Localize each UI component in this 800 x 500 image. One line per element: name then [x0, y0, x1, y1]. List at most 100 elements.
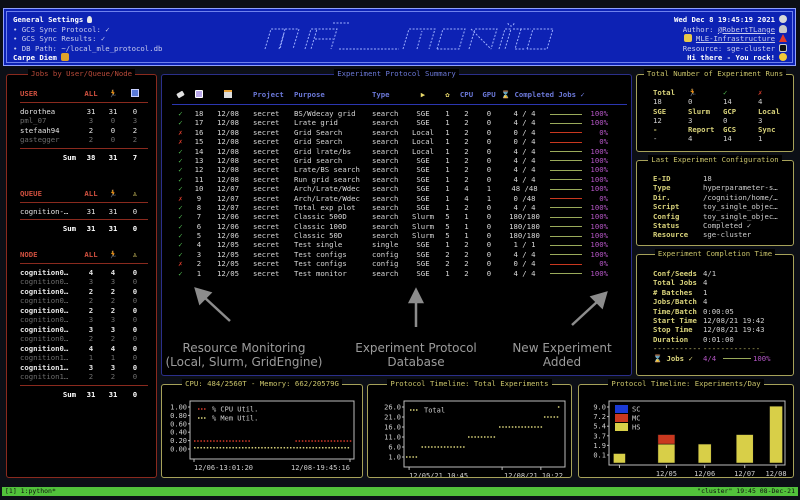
- data-point: [338, 446, 340, 449]
- data-point: [229, 440, 231, 442]
- project-col-header: Project: [253, 90, 284, 99]
- row-count: 3: [110, 324, 116, 334]
- experiment-row[interactable]: ✓ 10 12/07 secret Arch/Lrate/Wdec search SGE 1 4…: [172, 184, 627, 193]
- totals-value-row: 18 0 14 4: [653, 97, 793, 106]
- y-tick-label: 0.20: [170, 437, 187, 445]
- table-row: cognition0… 3 3 0: [20, 325, 148, 335]
- data-point: [468, 436, 470, 438]
- cell-cpu: 2: [464, 127, 469, 137]
- y-tick-label: 21.0: [384, 414, 401, 422]
- alarm-clock-icon: [779, 15, 787, 23]
- check-icon: ✓: [178, 109, 183, 118]
- row-count: 3: [88, 362, 94, 372]
- experiment-row[interactable]: ✗ 2 12/05 secret Test configs config SGE 2 2 0 0 /…: [172, 259, 627, 268]
- data-point: [238, 440, 241, 442]
- cell-type: search: [372, 184, 399, 194]
- kv-row: Start Time 12/08/21 19:42: [653, 316, 788, 325]
- data-point: [340, 440, 342, 442]
- data-point: [334, 446, 337, 449]
- author-link[interactable]: @RobertTLange: [718, 25, 775, 34]
- y-tick-label: 26.0: [384, 404, 401, 412]
- queue-sum-row: Sum 31 31 0: [62, 224, 138, 233]
- experiment-row[interactable]: ✓ 4 12/05 secret Test single single SGE 1 2 0 1 / …: [172, 240, 627, 249]
- bar-mc: [657, 434, 676, 445]
- data-point: [242, 446, 244, 449]
- user-col-header: USER: [20, 89, 38, 98]
- data-point: [437, 446, 439, 448]
- cell-purpose: Grid lrate/bs: [294, 146, 352, 156]
- experiment-row[interactable]: ✗ 15 12/08 secret Grid Search search Local 1 2 0 0…: [172, 137, 627, 146]
- data-point: [531, 426, 533, 428]
- tmux-window-tab[interactable]: [1] 1:python*: [5, 487, 56, 496]
- cell-jobs: 0 / 4: [513, 259, 536, 269]
- cell-type: search: [372, 109, 399, 118]
- cell-date: 12/06: [217, 221, 239, 231]
- totals-value: 4: [758, 97, 763, 107]
- cell-project: secret: [253, 155, 280, 165]
- experiment-row[interactable]: ✓ 14 12/08 secret Grid lrate/bs search Local 1 2…: [172, 147, 627, 156]
- cell-date: 12/07: [217, 202, 239, 212]
- cell-cpu: 2: [464, 240, 469, 250]
- experiment-row[interactable]: ✓ 5 12/06 secret Classic 50D search Slurm 5 1 0 18…: [172, 231, 627, 240]
- repo-link[interactable]: MLE-Infrastructure: [696, 34, 775, 43]
- cross-icon: ✗: [758, 88, 763, 97]
- completed-jobs-col-header: ⌛ Completed Jobs ✓: [501, 90, 585, 99]
- row-count: 0: [132, 106, 138, 116]
- row-count: 2: [88, 305, 94, 315]
- row-count: 3: [88, 116, 94, 125]
- cell-seeds: 1: [445, 146, 450, 156]
- data-point: [283, 446, 286, 449]
- totals-value-row: 12 3 0 3: [653, 116, 793, 125]
- data-point: [527, 426, 530, 428]
- y-tick-label: 11.0: [384, 434, 401, 442]
- experiment-row[interactable]: ✓ 12 12/08 secret Lrate/BS search search SGE 1 2…: [172, 165, 627, 174]
- table-row: cognition1… 3 3 0: [20, 363, 148, 373]
- cell-purpose: Grid Search: [294, 137, 343, 147]
- experiment-row[interactable]: ✓ 6 12/06 secret Classic 100D search Slurm 5 1 0 1…: [172, 222, 627, 231]
- bar-hs: [657, 443, 676, 464]
- experiment-row[interactable]: ✓ 3 12/05 secret Test configs config SGE 2 2 0 4 /…: [172, 250, 627, 259]
- data-point: [434, 446, 436, 448]
- completion-bar: [548, 137, 584, 146]
- data-point: [511, 426, 514, 428]
- experiment-row[interactable]: ✓ 8 12/07 secret Total exp plot search SGE 1 2 0 4…: [172, 203, 627, 212]
- data-point: [200, 446, 202, 449]
- cell-date: 12/08: [217, 165, 239, 175]
- kv-key: Script: [653, 202, 680, 212]
- data-point: [203, 440, 206, 442]
- data-point: [331, 446, 334, 449]
- experiment-row[interactable]: ✓ 17 12/08 secret Lrate grid search SGE 1 2 0 4 / …: [172, 118, 627, 127]
- experiment-row[interactable]: ✗ 16 12/08 secret Grid Search search Local 1 2 0 0…: [172, 128, 627, 137]
- totals-label: Local: [758, 106, 780, 116]
- completion-bar: [548, 259, 584, 268]
- row-count: 3: [110, 362, 116, 372]
- kv-key: Time/Batch: [653, 306, 697, 316]
- total-experiment-runs-panel: Total Number of Experiment Runs Total 🏃 ✓ ✗…: [636, 69, 794, 152]
- totals-label: Report: [688, 125, 715, 135]
- experiment-row[interactable]: ✗ 9 12/07 secret Arch/Lrate/Wdec search SGE 1 4 1…: [172, 194, 627, 203]
- data-point: [490, 436, 492, 438]
- completion-bar: [548, 156, 584, 165]
- cell-seeds: 1: [445, 240, 450, 250]
- completion-pct: 100%: [590, 240, 608, 250]
- kv-value: hyperparameter-s…: [703, 183, 778, 193]
- cell-cpu: 4: [464, 193, 469, 203]
- row-count: 4: [110, 267, 116, 277]
- experiment-row[interactable]: ✓ 18 12/08 secret BS/Wdecay grid search SGE 1 2 0…: [172, 109, 627, 118]
- bar-hs: [613, 453, 626, 464]
- experiment-row[interactable]: ✓ 13 12/08 secret Grid search search SGE 1 2 0 4 /…: [172, 156, 627, 165]
- type-col-header: Type: [372, 90, 390, 99]
- data-point: [213, 446, 215, 449]
- cell-project: secret: [253, 221, 280, 231]
- cell-purpose: BS/Wdecay grid: [294, 109, 356, 118]
- row-count: 0: [132, 324, 138, 334]
- cell-type: search: [372, 174, 399, 184]
- data-point: [333, 440, 336, 442]
- experiment-row[interactable]: ✓ 11 12/08 secret Run grid search search SGE 1 2…: [172, 175, 627, 184]
- experiment-protocol-summary-panel: Experiment Protocol Summary Project Purp…: [161, 69, 632, 376]
- experiment-row[interactable]: ✓ 7 12/06 secret Classic 500D search Slurm 5 1 0 1…: [172, 212, 627, 221]
- cell-jobs: 48 /48: [511, 184, 538, 194]
- kv-row: Duration 0:01:00: [653, 335, 788, 344]
- cell-gpu: 0: [486, 259, 492, 269]
- user-table: USER ALL 🏃 dorothea 31 31 0 pml_07 3 0 3 stefaah…: [20, 89, 148, 162]
